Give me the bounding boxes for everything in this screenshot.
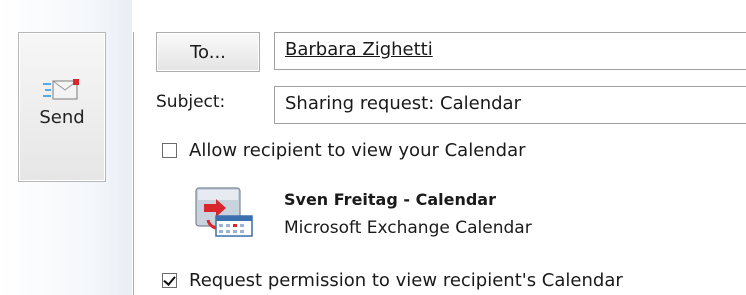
allow-recipient-row[interactable]: Allow recipient to view your Calendar [162,140,526,161]
request-permission-checkbox[interactable] [162,273,177,288]
request-permission-label: Request permission to view recipient's C… [189,270,623,291]
allow-recipient-checkbox[interactable] [162,143,177,158]
allow-recipient-label: Allow recipient to view your Calendar [189,140,526,161]
send-button[interactable]: Send [18,32,106,182]
subject-field[interactable]: Sharing request: Calendar [274,86,746,124]
sharing-invitation-form: Send To... Barbara Zighetti Subject: Sha… [0,0,746,295]
shared-calendar-type: Microsoft Exchange Calendar [284,218,532,238]
calendar-sharing-icon [195,187,253,237]
to-button[interactable]: To... [156,32,260,72]
subject-label: Subject: [156,92,226,112]
shared-calendar-title: Sven Freitag - Calendar [284,190,496,209]
request-permission-row[interactable]: Request permission to view recipient's C… [162,270,623,291]
message-header: To... Barbara Zighetti Subject: Sharing … [134,0,746,295]
send-panel: Send [0,0,132,295]
to-field[interactable]: Barbara Zighetti [274,32,746,70]
recipient-name[interactable]: Barbara Zighetti [285,39,433,60]
send-label: Send [39,107,85,128]
send-envelope-icon [43,79,79,100]
